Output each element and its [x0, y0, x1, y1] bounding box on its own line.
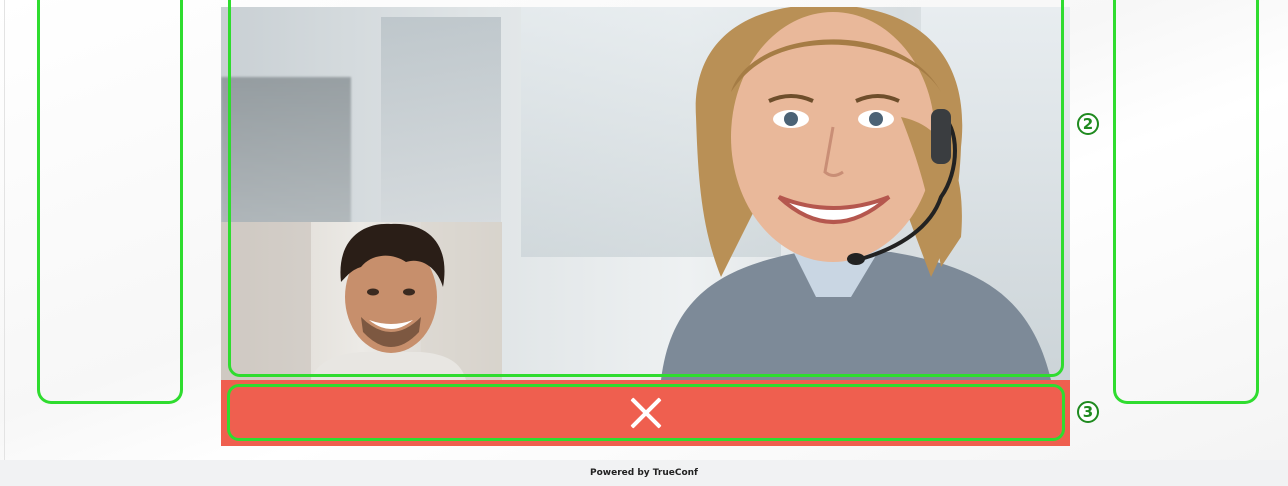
- callout-label: 3: [1082, 402, 1094, 421]
- footer: Powered by TrueConf: [0, 460, 1288, 486]
- self-view-video[interactable]: [221, 222, 502, 380]
- left-side-panel: [37, 0, 183, 404]
- callout-marker-2: 2: [1077, 113, 1099, 135]
- background-cabinet: [381, 17, 501, 237]
- background-shelf: [221, 77, 351, 237]
- right-side-panel: [1113, 0, 1259, 404]
- page-left-border: [4, 0, 5, 460]
- powered-by-text: Powered by TrueConf: [590, 468, 698, 478]
- callout-marker-3: 3: [1077, 401, 1099, 423]
- hangup-button[interactable]: [227, 384, 1065, 441]
- callout-label: 2: [1082, 114, 1094, 133]
- close-icon: [629, 396, 663, 430]
- remote-participant-image: [601, 7, 1070, 380]
